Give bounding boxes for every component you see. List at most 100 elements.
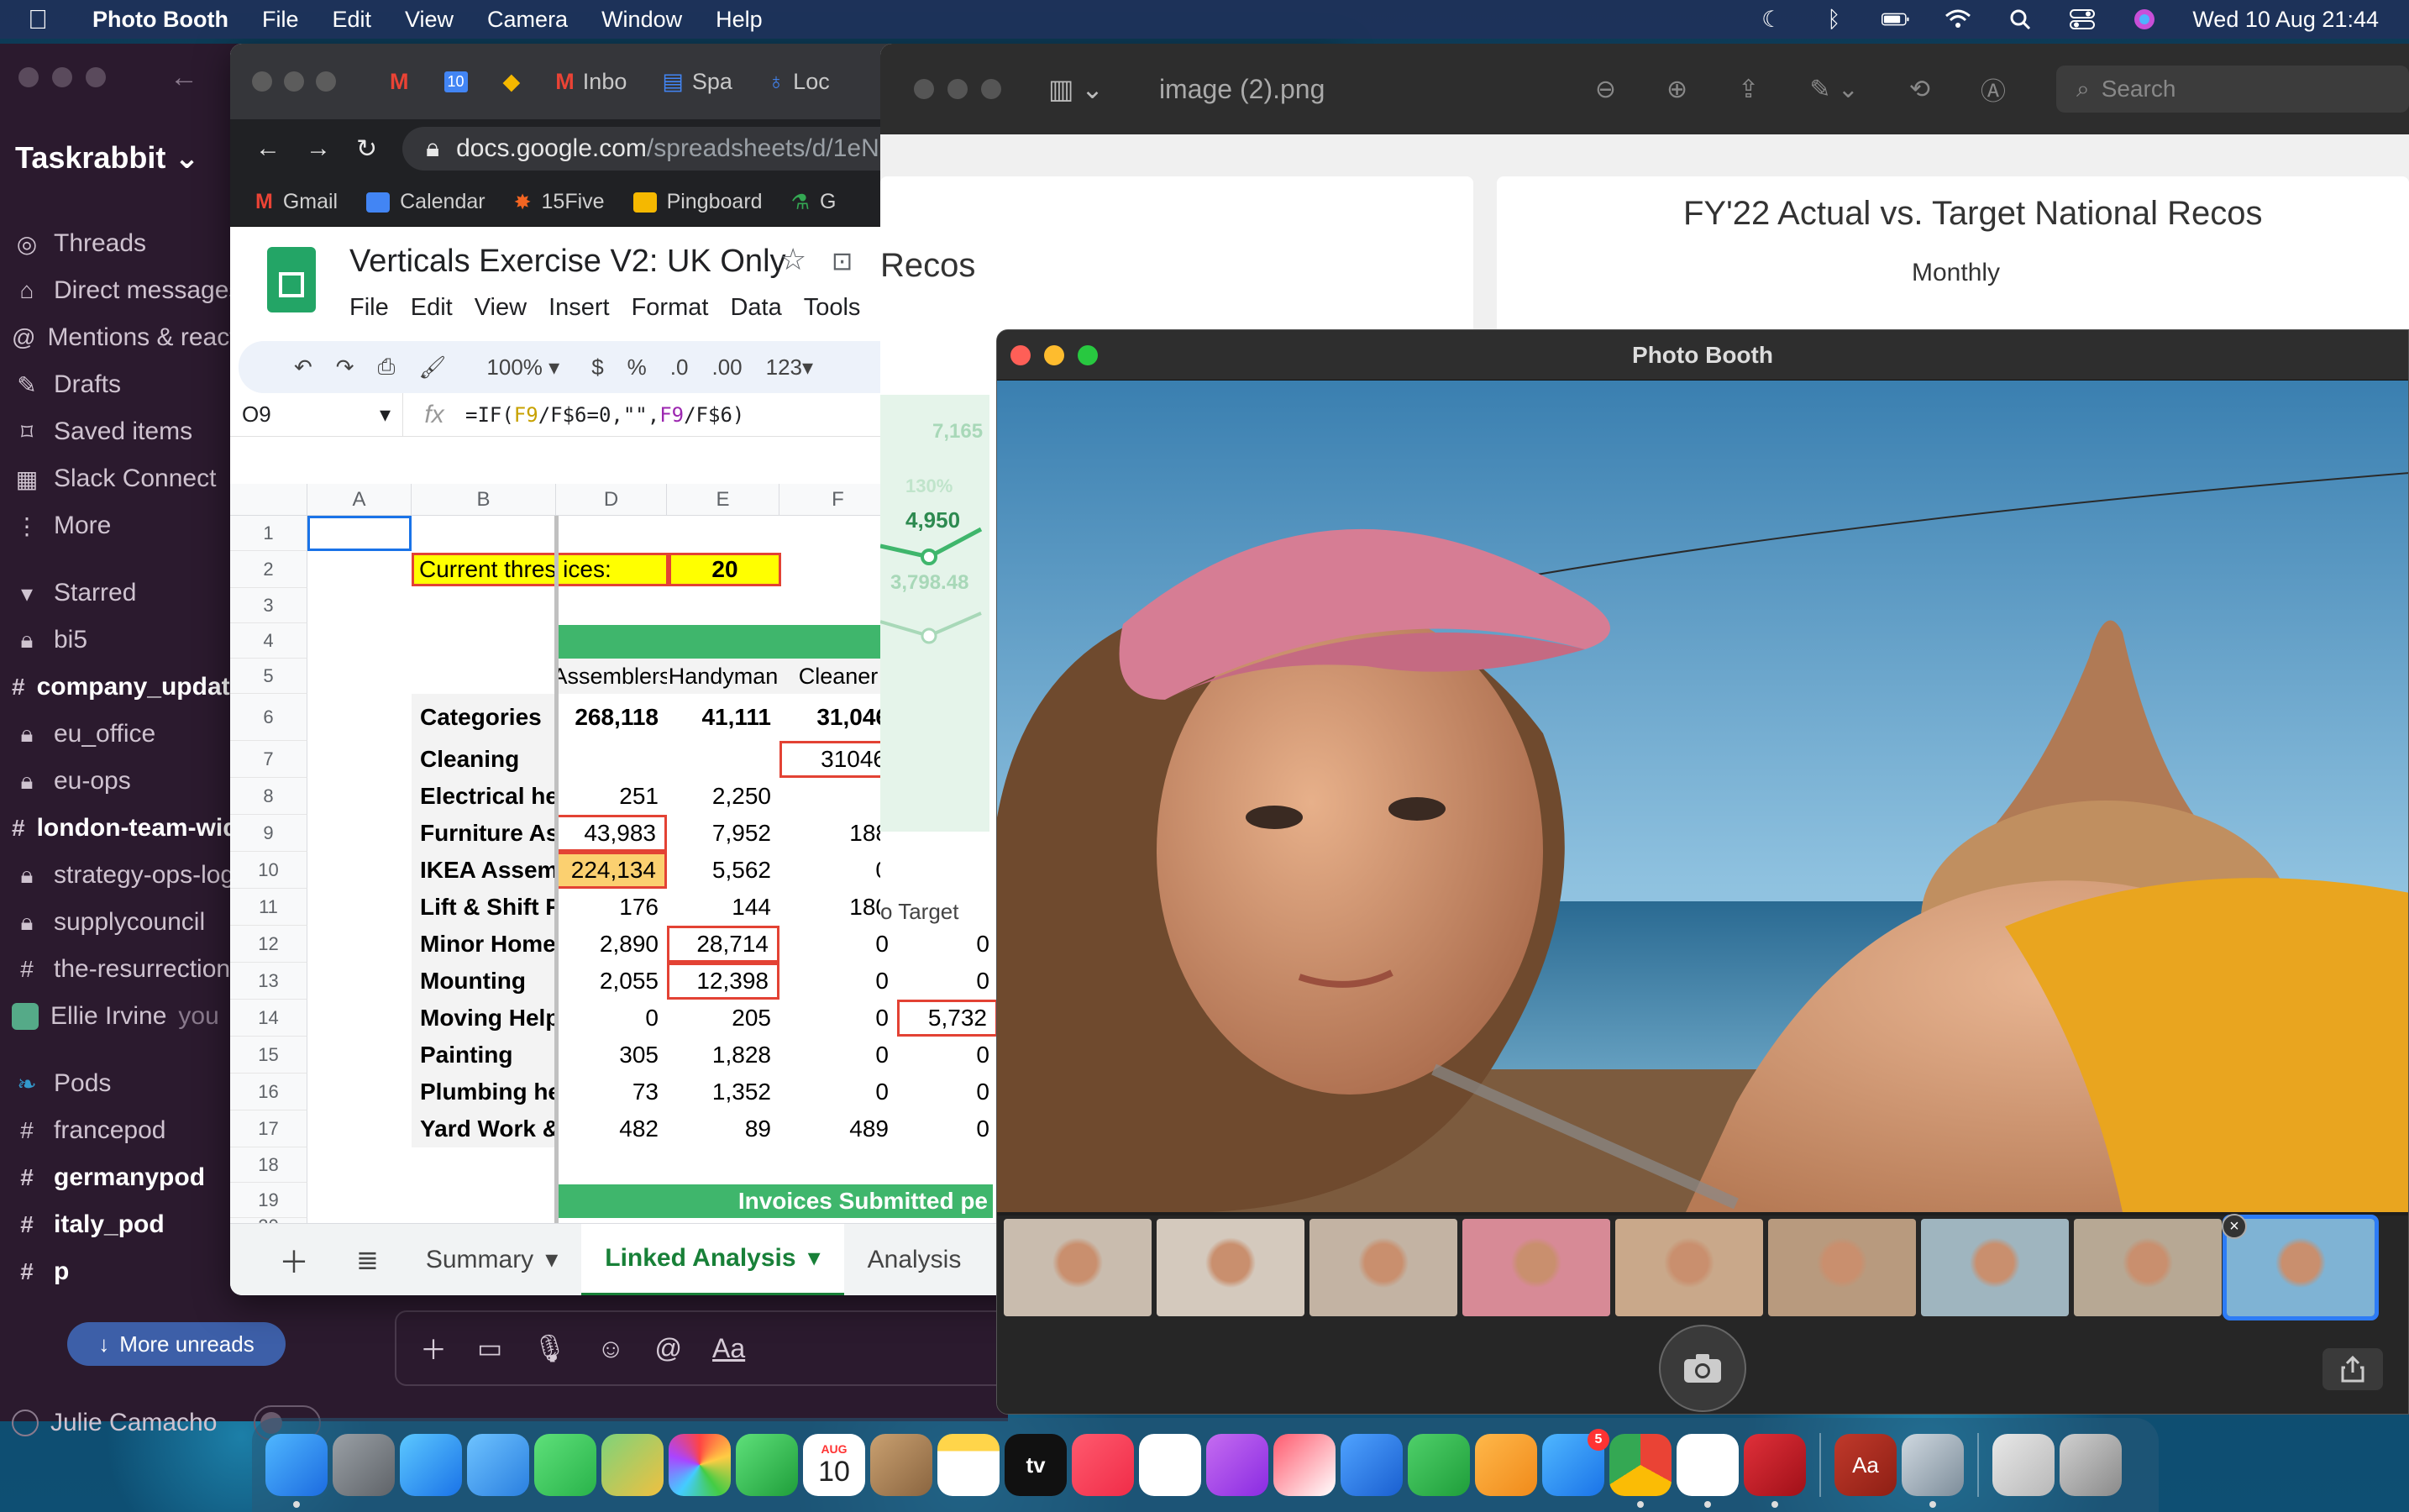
- trash-icon[interactable]: [2060, 1434, 2122, 1496]
- section-starred[interactable]: ▾ Starred: [0, 570, 252, 617]
- minimize-button[interactable]: [947, 79, 968, 99]
- menu-file[interactable]: File: [349, 294, 389, 322]
- value-cell[interactable]: 180: [779, 889, 897, 926]
- safari-icon[interactable]: [400, 1434, 462, 1496]
- bookmark-gmail[interactable]: M Gmail: [255, 190, 338, 214]
- plus-icon[interactable]: ＋: [420, 1329, 447, 1368]
- more-unreads-button[interactable]: ↓ More unreads: [67, 1322, 286, 1366]
- share-icon[interactable]: ⇪: [1738, 75, 1759, 104]
- category-cell[interactable]: IKEA Assem: [412, 852, 556, 889]
- zoom-button[interactable]: [316, 71, 336, 92]
- column-header[interactable]: B: [412, 484, 556, 516]
- value-cell[interactable]: 0: [779, 926, 897, 963]
- channel-supplycouncil[interactable]: 🔒︎ supplycouncil: [0, 899, 252, 946]
- maps-icon[interactable]: [601, 1434, 664, 1496]
- total-cell[interactable]: 41,111: [667, 694, 779, 741]
- menu-app-name[interactable]: Photo Booth: [76, 7, 245, 33]
- zoom-button[interactable]: [86, 67, 106, 87]
- mic-icon[interactable]: 🎙︎: [533, 1332, 567, 1364]
- tab-15five[interactable]: ◆: [491, 56, 533, 107]
- frozen-divider[interactable]: [554, 516, 559, 1235]
- currency-button[interactable]: $: [591, 354, 603, 381]
- thumbnail[interactable]: [1921, 1219, 2069, 1316]
- siri-icon[interactable]: [2130, 7, 2159, 32]
- thumbnail[interactable]: [1462, 1219, 1610, 1316]
- news-icon[interactable]: [1273, 1434, 1336, 1496]
- value-cell[interactable]: [779, 778, 897, 815]
- category-cell[interactable]: Plumbing he: [412, 1074, 556, 1110]
- value-cell[interactable]: 0: [897, 1074, 998, 1110]
- message-composer[interactable]: ＋ ▭ 🎙︎ ☺ @ Aa: [395, 1310, 1008, 1386]
- value-cell[interactable]: 5,732: [897, 1000, 998, 1037]
- at-icon[interactable]: @: [655, 1333, 682, 1364]
- subheader-cell[interactable]: Assemblers: [556, 659, 667, 694]
- preview-icon[interactable]: [1902, 1434, 1964, 1508]
- keynote-icon[interactable]: [1341, 1434, 1403, 1496]
- value-cell[interactable]: 0: [897, 963, 998, 1000]
- category-cell[interactable]: Painting: [412, 1037, 556, 1074]
- subheader-cell[interactable]: Handyman: [667, 659, 779, 694]
- music-icon[interactable]: [1072, 1434, 1134, 1496]
- tab-linked-analysis[interactable]: Linked Analysis ▾: [581, 1223, 844, 1295]
- value-cell[interactable]: 0: [779, 1000, 897, 1037]
- sidebar-item-slack-connect[interactable]: ▦ Slack Connect: [0, 455, 252, 502]
- menu-clock[interactable]: Wed 10 Aug 21:44: [2192, 7, 2379, 33]
- pages-icon[interactable]: [1475, 1434, 1537, 1496]
- channel-strategy-ops-log[interactable]: 🔒︎ strategy-ops-log: [0, 852, 252, 899]
- sidebar-toggle-icon[interactable]: ▥ ⌄: [1048, 73, 1104, 105]
- sheets-logo-icon[interactable]: [267, 247, 316, 312]
- value-cell[interactable]: 0: [556, 1000, 667, 1037]
- menu-format[interactable]: Format: [632, 294, 709, 322]
- subheader-cell[interactable]: Cleaner: [779, 659, 897, 694]
- row-header[interactable]: 3: [230, 588, 307, 623]
- channel-p[interactable]: # p: [0, 1248, 252, 1295]
- wifi-icon[interactable]: [1944, 7, 1972, 32]
- contacts-icon[interactable]: [870, 1434, 932, 1496]
- grid-corner[interactable]: [230, 484, 307, 516]
- value-cell[interactable]: 28,714: [667, 926, 779, 963]
- thumbnail[interactable]: [1768, 1219, 1916, 1316]
- doc-title[interactable]: Verticals Exercise V2: UK Only: [349, 244, 786, 280]
- category-cell[interactable]: Minor Home: [412, 926, 556, 963]
- value-cell[interactable]: 251: [556, 778, 667, 815]
- dm-ellie-irvine[interactable]: Ellie Irvine you: [0, 993, 252, 1040]
- minimize-button[interactable]: [284, 71, 304, 92]
- thumbnail[interactable]: [1615, 1219, 1763, 1316]
- total-cell[interactable]: 268,118: [556, 694, 667, 741]
- column-header[interactable]: E: [667, 484, 779, 516]
- value-cell[interactable]: 176: [556, 889, 667, 926]
- threshold-value-cell[interactable]: 20: [669, 553, 781, 586]
- value-cell[interactable]: [556, 741, 667, 778]
- menu-view[interactable]: View: [475, 294, 527, 322]
- value-cell[interactable]: 205: [667, 1000, 779, 1037]
- column-header[interactable]: A: [307, 484, 412, 516]
- tab-loc[interactable]: ♁ Loc: [756, 56, 842, 107]
- row-header[interactable]: 4: [230, 623, 307, 659]
- menu-view[interactable]: View: [388, 7, 470, 33]
- increase-decimal-button[interactable]: .00: [711, 354, 742, 381]
- thumbnail-selected[interactable]: ×: [2222, 1214, 2379, 1320]
- value-cell[interactable]: 0: [779, 1037, 897, 1074]
- row-header[interactable]: 19: [230, 1183, 307, 1218]
- menu-camera[interactable]: Camera: [470, 7, 585, 33]
- app-store-icon[interactable]: 5: [1542, 1429, 1609, 1496]
- share-button[interactable]: [2322, 1348, 2383, 1390]
- formula-input[interactable]: =IF(F9/F$6=0,"",F9/F$6): [465, 403, 744, 427]
- value-cell[interactable]: 0: [779, 1074, 897, 1110]
- row-header[interactable]: 5: [230, 659, 307, 694]
- channel-eu-office[interactable]: 🔒︎ eu_office: [0, 711, 252, 758]
- apple-menu-icon[interactable]: : [0, 4, 76, 35]
- value-cell[interactable]: 12,398: [667, 963, 779, 1000]
- categories-label[interactable]: Categories: [412, 694, 556, 741]
- row-header[interactable]: 13: [230, 963, 307, 1000]
- category-cell[interactable]: Mounting: [412, 963, 556, 1000]
- channel-bi5[interactable]: 🔒︎ bi5: [0, 617, 252, 664]
- annotate-icon[interactable]: Ⓐ: [1981, 71, 2006, 108]
- channel-italy-pod[interactable]: # italy_pod: [0, 1201, 252, 1248]
- column-header[interactable]: F: [779, 484, 897, 516]
- back-icon[interactable]: ←: [255, 134, 281, 163]
- delete-thumbnail-icon[interactable]: ×: [2222, 1214, 2247, 1239]
- bookmark-15five[interactable]: ✸ 15Five: [514, 190, 605, 215]
- value-cell[interactable]: [667, 741, 779, 778]
- value-cell[interactable]: 0: [779, 963, 897, 1000]
